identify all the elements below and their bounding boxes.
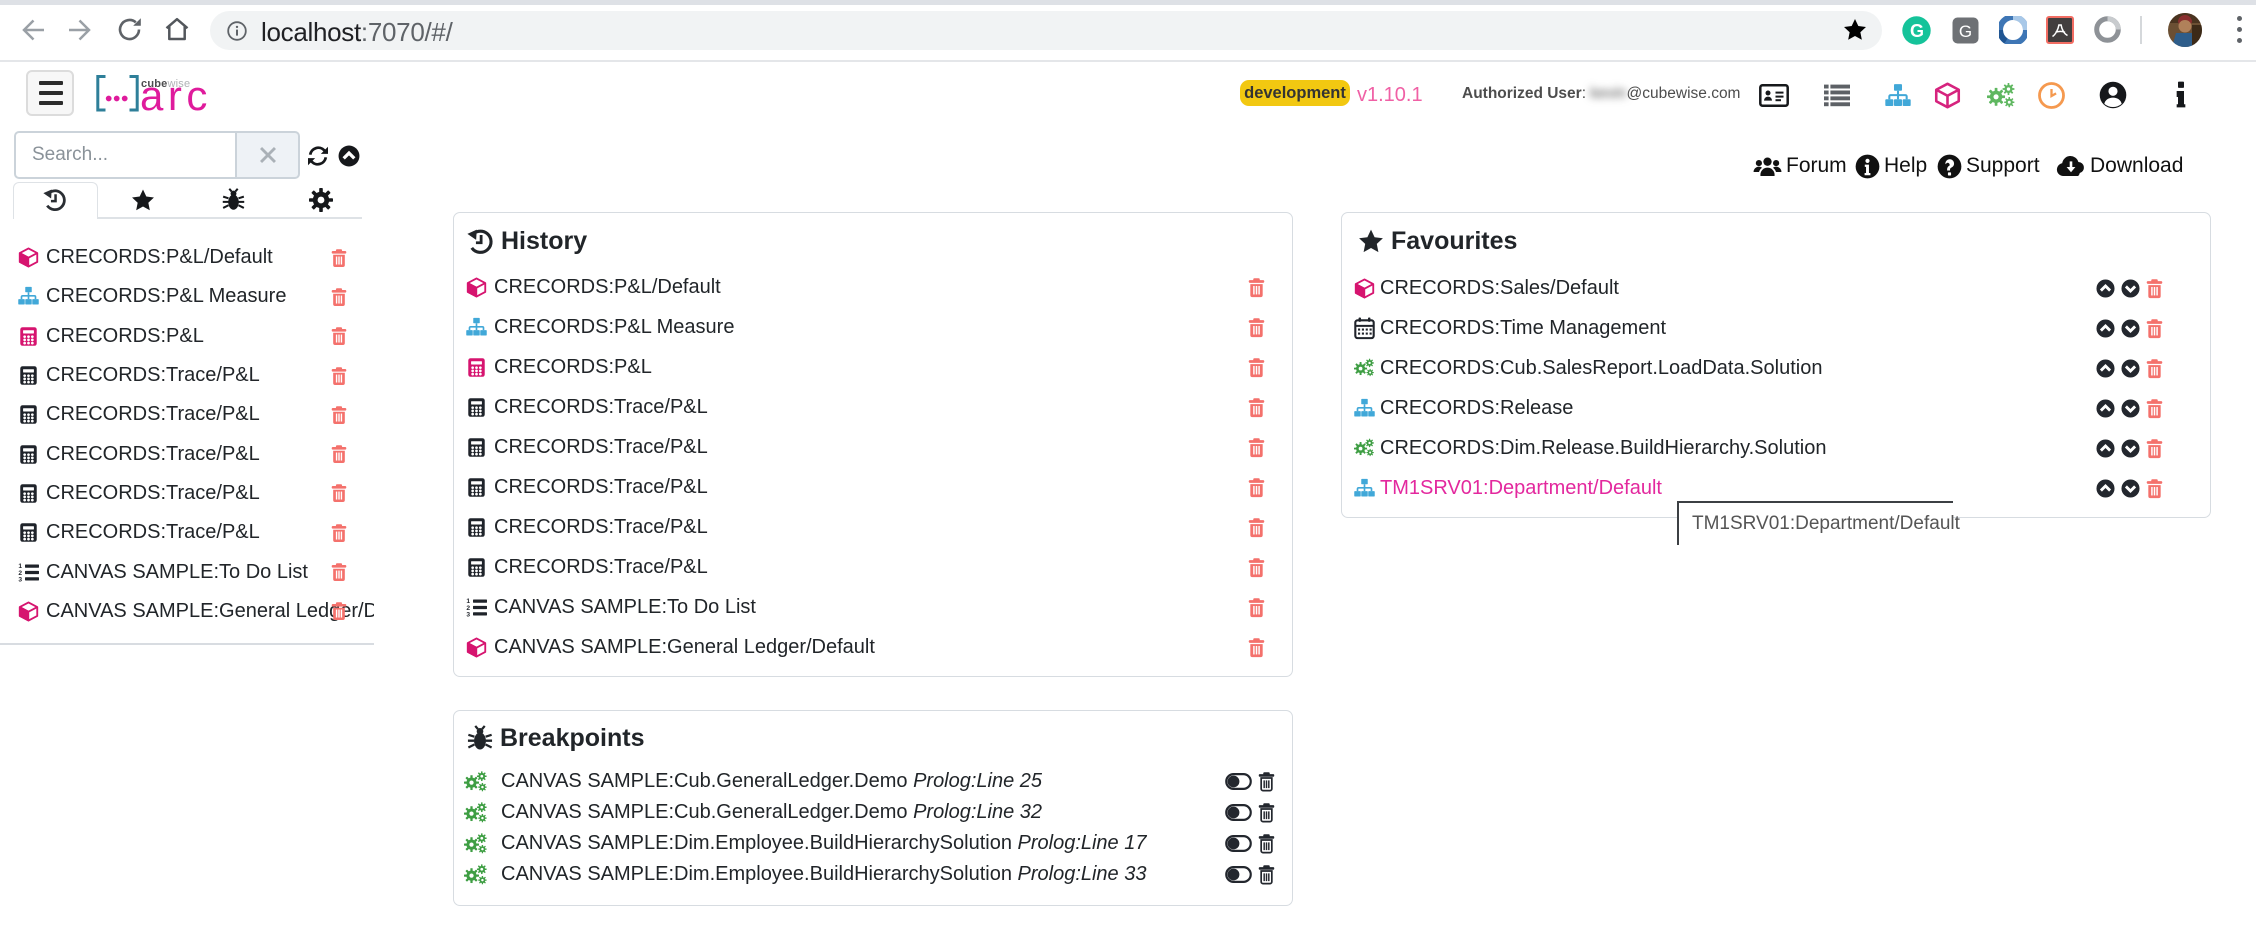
svg-text:G: G bbox=[1959, 22, 1972, 41]
svg-text:G: G bbox=[1910, 21, 1924, 41]
svg-text:arc: arc bbox=[140, 72, 212, 119]
